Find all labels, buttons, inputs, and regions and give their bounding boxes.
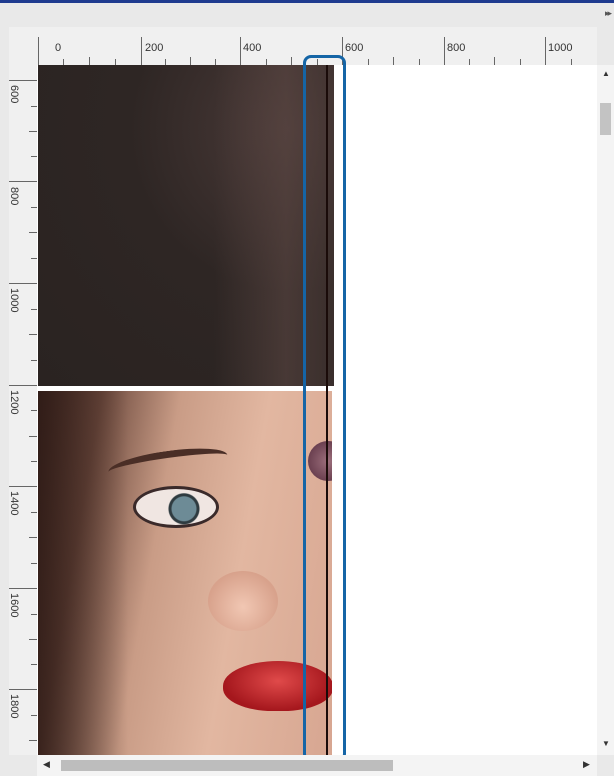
vertical-scrollbar[interactable]: ▲ ▼ [597, 65, 614, 755]
ruler-tick-major [38, 37, 39, 65]
ruler-corner [9, 27, 37, 65]
window-top-border [0, 0, 614, 3]
scroll-right-icon[interactable]: ▶ [583, 759, 590, 770]
ruler-tick-major [9, 80, 37, 81]
scroll-up-icon[interactable]: ▲ [602, 69, 610, 78]
vertical-ruler[interactable]: 600 800 1000 1200 1400 1600 1800 [8, 65, 37, 755]
ruler-tick-minor [190, 57, 191, 65]
ruler-tick-major [9, 486, 37, 487]
ruler-tick-major [240, 37, 241, 65]
ruler-tick-minor [29, 232, 37, 233]
ruler-label-600-v: 600 [8, 85, 20, 104]
ruler-tick-major [9, 283, 37, 284]
ruler-tick-minor [29, 537, 37, 538]
ruler-tick-major [9, 588, 37, 589]
ruler-label-800: 800 [447, 42, 466, 54]
ruler-label-600: 600 [345, 42, 364, 54]
vertical-scroll-thumb[interactable] [600, 103, 611, 135]
ruler-tick-major [444, 37, 445, 65]
scroll-down-icon[interactable]: ▼ [602, 739, 610, 748]
ruler-tick-minor [29, 639, 37, 640]
horizontal-scrollbar[interactable]: ◀ ▶ [37, 755, 597, 776]
ruler-label-400: 400 [243, 42, 262, 54]
ruler-tick-major [9, 689, 37, 690]
scroll-left-icon[interactable]: ◀ [43, 759, 50, 770]
dark-hair-image[interactable] [38, 65, 334, 386]
ruler-label-1400-v: 1400 [8, 491, 20, 516]
ruler-label-1800-v: 1800 [8, 694, 20, 719]
ruler-tick-minor [29, 436, 37, 437]
ruler-tick-major [141, 37, 142, 65]
ruler-label-1600-v: 1600 [8, 593, 20, 618]
ruler-label-200: 200 [145, 42, 164, 54]
horizontal-scroll-thumb[interactable] [61, 760, 393, 771]
ruler-tick-minor [29, 131, 37, 132]
ruler-label-1000: 1000 [548, 42, 573, 54]
nose [208, 571, 278, 631]
ruler-label-800-v: 800 [8, 187, 20, 206]
ruler-tick-minor [393, 57, 394, 65]
ruler-tick-minor [291, 57, 292, 65]
ruler-tick-minor [29, 334, 37, 335]
ruler-tick-minor [89, 57, 90, 65]
face-portrait-image[interactable] [38, 391, 332, 755]
double-chevron-right-icon[interactable]: ▸▸ [605, 8, 612, 19]
hair-shadow [38, 391, 128, 755]
ruler-label-1000-v: 1000 [8, 288, 20, 313]
ruler-label-0: 0 [55, 42, 62, 54]
ruler-tick-major [545, 37, 546, 65]
eye [133, 486, 219, 528]
ruler-tick-major [9, 181, 37, 182]
highlight-box [303, 55, 346, 762]
ruler-tick-major [9, 385, 37, 386]
ruler-tick-minor [29, 740, 37, 741]
ruler-label-1200-v: 1200 [8, 390, 20, 415]
ruler-tick-minor [494, 57, 495, 65]
